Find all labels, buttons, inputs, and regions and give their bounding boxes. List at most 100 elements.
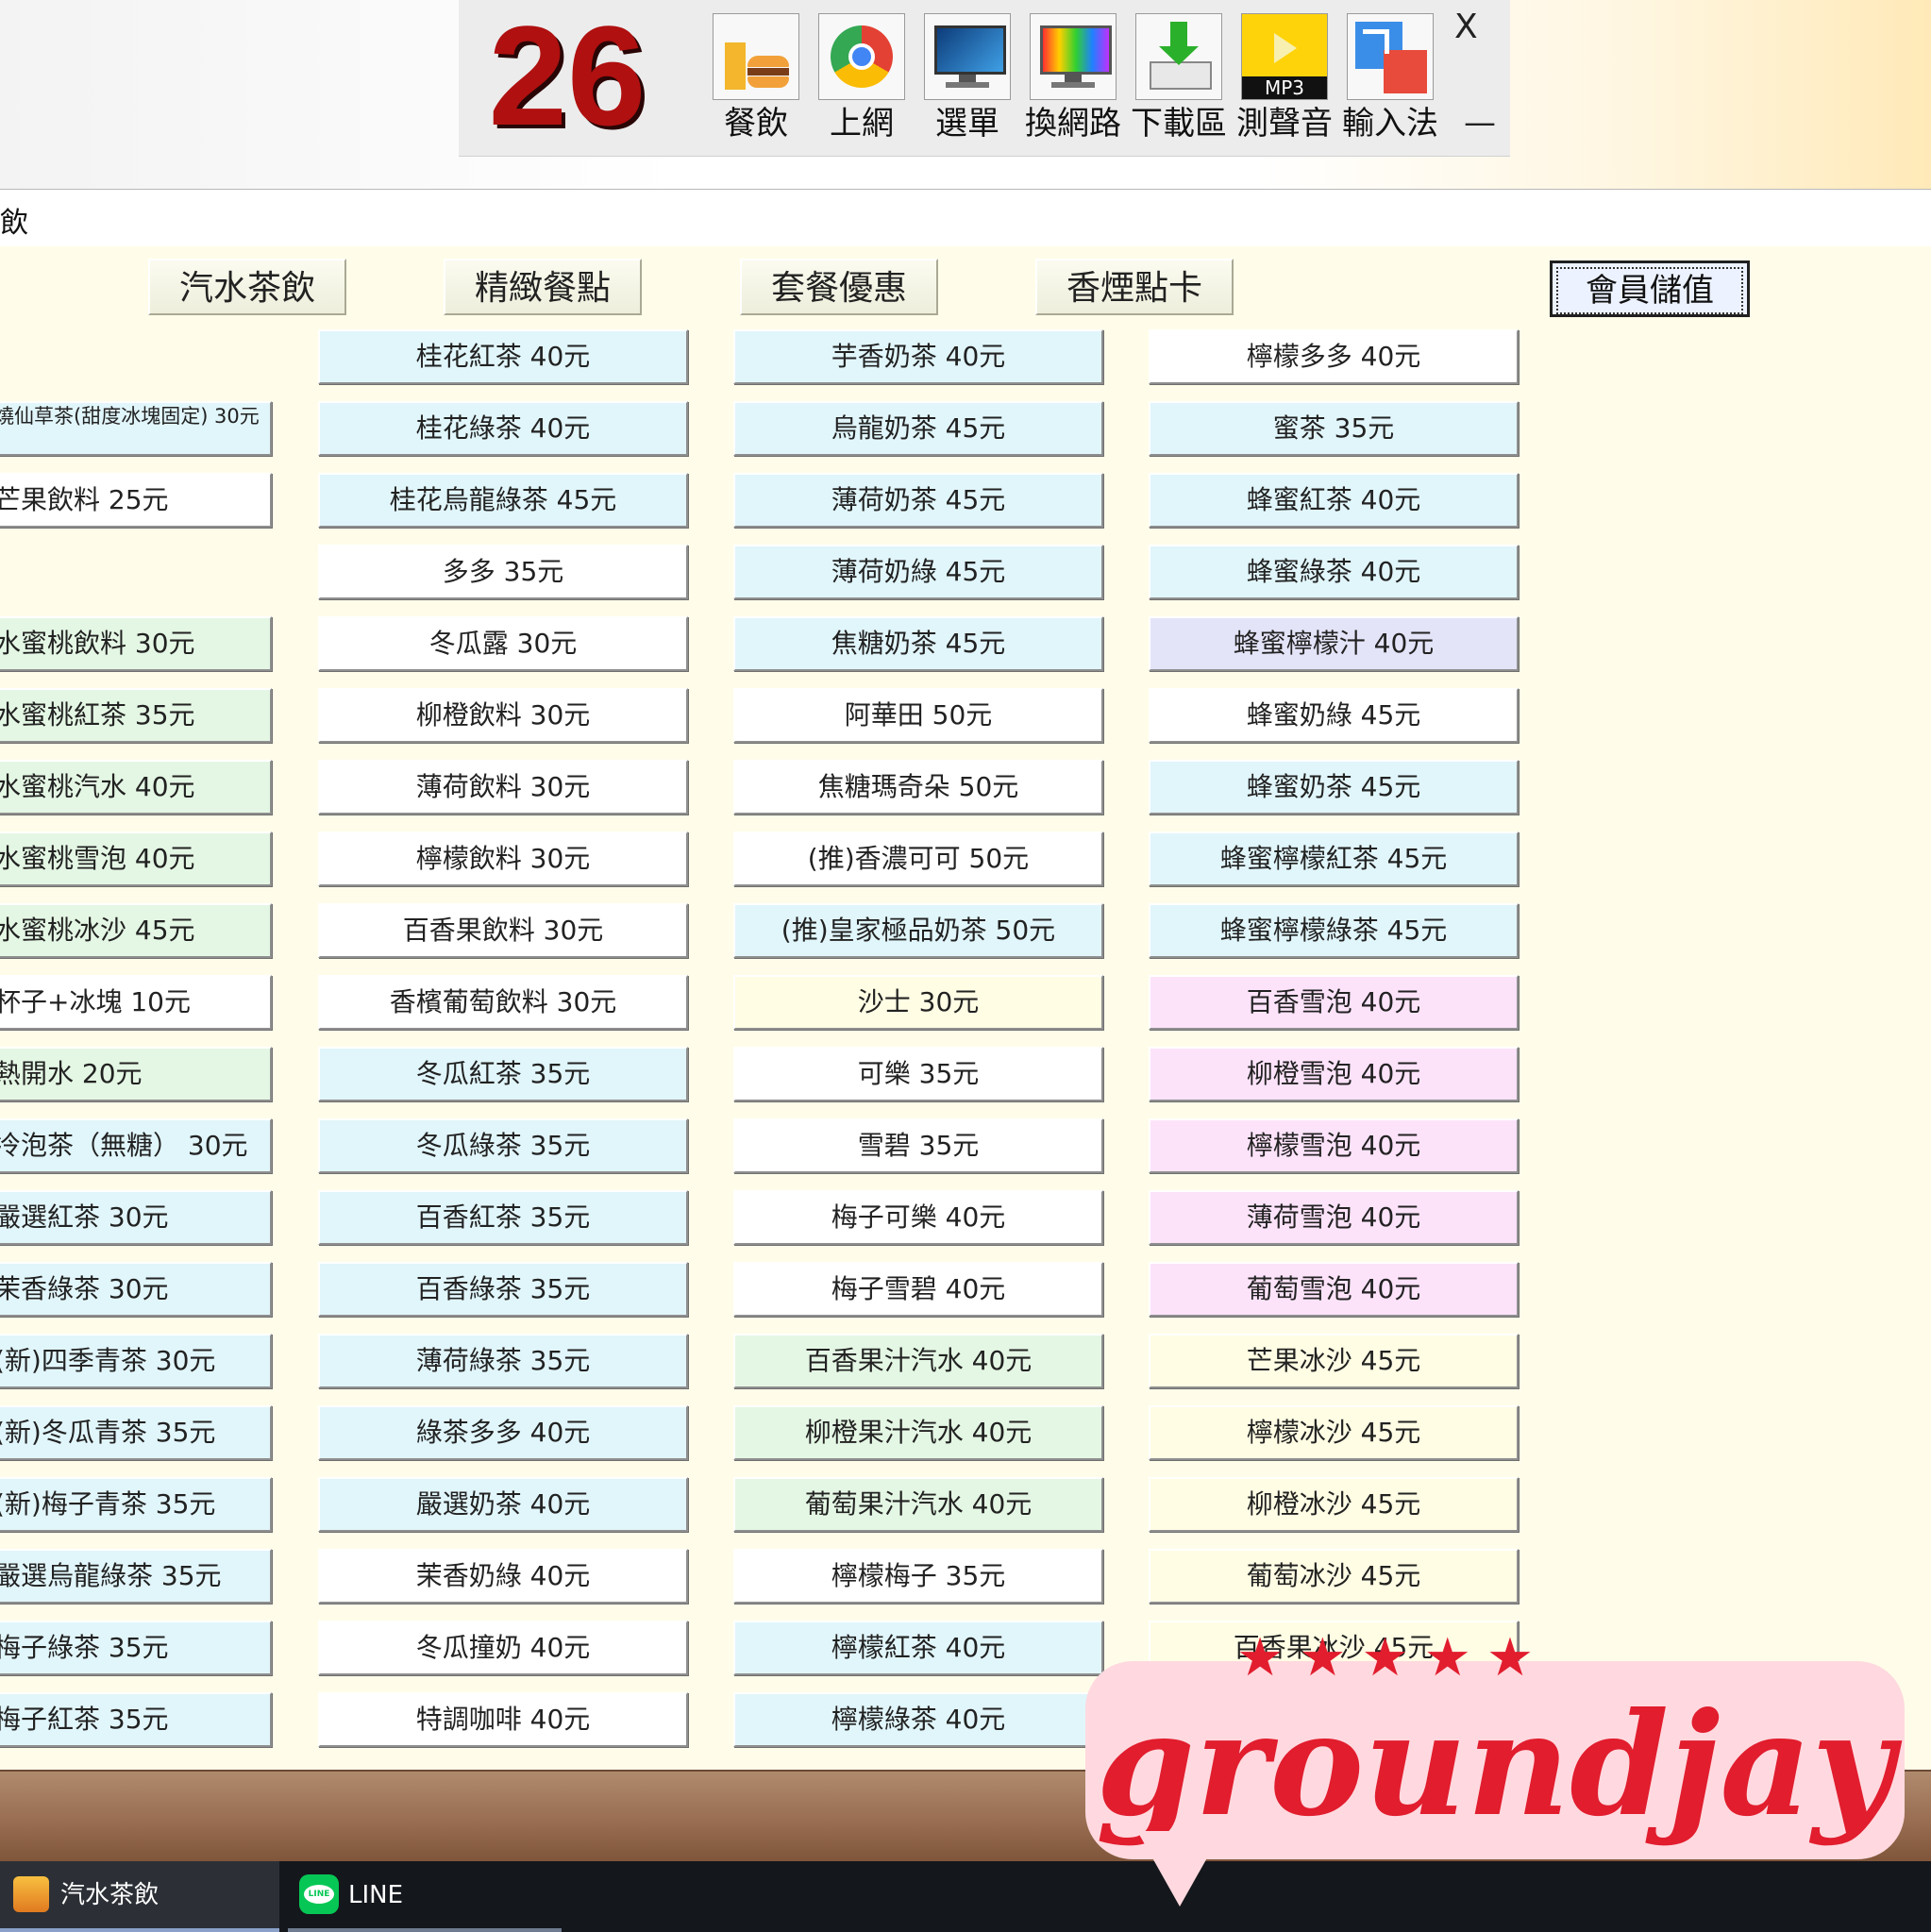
menu-item-button[interactable]: 百香雪泡 40元 [1149, 975, 1519, 1030]
tool-input-method[interactable]: 輸入法 [1338, 13, 1442, 147]
menu-item-button[interactable]: 柳橙冰沙 45元 [1149, 1477, 1519, 1532]
menu-item-button[interactable]: 雪碧 35元 [733, 1118, 1103, 1173]
menu-item-button[interactable]: 檸檬雪泡 40元 [1149, 1118, 1519, 1173]
line-icon-text: LINE [304, 1885, 334, 1904]
menu-item-button[interactable]: 燒仙草茶(甜度冰塊固定) 30元 [0, 401, 272, 456]
menu-item-button[interactable]: 杯子+冰塊 10元 [0, 975, 272, 1030]
menu-item-button[interactable]: 梅子紅茶 35元 [0, 1692, 272, 1747]
menu-item-button[interactable]: 葡萄雪泡 40元 [1149, 1262, 1519, 1317]
tool-menu[interactable]: 選單 [915, 13, 1019, 147]
menu-item-button[interactable]: 水蜜桃紅茶 35元 [0, 688, 272, 743]
menu-item-button[interactable]: 特調咖啡 40元 [318, 1692, 688, 1747]
menu-item-button[interactable]: 薄荷奶綠 45元 [733, 545, 1103, 599]
category-tab-meals[interactable]: 精緻餐點 [444, 259, 642, 315]
menu-item-button[interactable]: 梅子綠茶 35元 [0, 1621, 272, 1675]
menu-item-button[interactable]: 桂花紅茶 40元 [318, 329, 688, 384]
menu-item-button[interactable]: 薄荷綠茶 35元 [318, 1334, 688, 1388]
menu-item-button[interactable]: 蜂蜜檸檬紅茶 45元 [1149, 832, 1519, 886]
minimize-button[interactable]: — [1464, 104, 1496, 142]
menu-item-button[interactable]: 蜂蜜奶綠 45元 [1149, 688, 1519, 743]
mp3-icon-text: MP3 [1242, 76, 1327, 99]
menu-item-button[interactable]: 茉香綠茶 30元 [0, 1262, 272, 1317]
menu-item-button[interactable]: 冷泡茶（無糖） 30元 [0, 1118, 272, 1173]
menu-item-button[interactable]: 水蜜桃冰沙 45元 [0, 903, 272, 958]
menu-item-button[interactable]: 桂花烏龍綠茶 45元 [318, 473, 688, 528]
menu-item-button[interactable]: (新)冬瓜青茶 35元 [0, 1405, 272, 1460]
menu-item-button[interactable]: 嚴選紅茶 30元 [0, 1190, 272, 1245]
menu-item-button[interactable]: 百香果飲料 30元 [318, 903, 688, 958]
menu-item-button[interactable]: 薄荷奶茶 45元 [733, 473, 1103, 528]
menu-item-button[interactable]: 多多 35元 [318, 545, 688, 599]
menu-item-button[interactable]: 阿華田 50元 [733, 688, 1103, 743]
menu-item-button[interactable]: 冬瓜露 30元 [318, 616, 688, 671]
menu-item-button[interactable]: 柳橙飲料 30元 [318, 688, 688, 743]
tool-download[interactable]: 下載區 [1127, 13, 1231, 147]
menu-item-button[interactable]: 焦糖瑪奇朵 50元 [733, 760, 1103, 815]
menu-item-button[interactable]: 嚴選奶茶 40元 [318, 1477, 688, 1532]
menu-item-button[interactable]: (新)梅子青茶 35元 [0, 1477, 272, 1532]
menu-item-button[interactable]: 香檳葡萄飲料 30元 [318, 975, 688, 1030]
mp3-icon: MP3 [1241, 13, 1328, 100]
menu-item-button[interactable]: 沙士 30元 [733, 975, 1103, 1030]
menu-item-button[interactable]: 蜂蜜紅茶 40元 [1149, 473, 1519, 528]
member-topup-button[interactable]: 會員儲值 [1550, 260, 1750, 317]
watermark-badge: ★★★★★ groundjay [1085, 1627, 1905, 1859]
tool-network[interactable]: 換網路 [1021, 13, 1125, 147]
taskbar-app-item[interactable]: 汽水茶飲 [0, 1861, 279, 1932]
menu-item-button[interactable]: 蜂蜜奶茶 45元 [1149, 760, 1519, 815]
menu-item-button[interactable]: 薄荷雪泡 40元 [1149, 1190, 1519, 1245]
watermark-text: groundjay [1096, 1682, 1894, 1848]
menu-item-button[interactable]: 檸檬飲料 30元 [318, 832, 688, 886]
menu-item-button[interactable]: 可樂 35元 [733, 1047, 1103, 1101]
menu-item-button[interactable]: 冬瓜綠茶 35元 [318, 1118, 688, 1173]
menu-item-button[interactable]: 葡萄果汁汽水 40元 [733, 1477, 1103, 1532]
close-button[interactable]: X [1454, 8, 1478, 46]
menu-item-button[interactable]: 柳橙果汁汽水 40元 [733, 1405, 1103, 1460]
menu-item-button[interactable]: 葡萄冰沙 45元 [1149, 1549, 1519, 1604]
menu-item-button[interactable]: 柳橙雪泡 40元 [1149, 1047, 1519, 1101]
menu-item-button[interactable]: 百香紅茶 35元 [318, 1190, 688, 1245]
menu-item-button[interactable]: 烏龍奶茶 45元 [733, 401, 1103, 456]
menu-item-button[interactable]: 檸檬紅茶 40元 [733, 1621, 1103, 1675]
menu-item-button[interactable]: (推)皇家極品奶茶 50元 [733, 903, 1103, 958]
menu-item-button[interactable]: 百香綠茶 35元 [318, 1262, 688, 1317]
menu-item-button[interactable]: 嚴選烏龍綠茶 35元 [0, 1549, 272, 1604]
menu-item-button[interactable]: 梅子雪碧 40元 [733, 1262, 1103, 1317]
taskbar-line-label: LINE [348, 1881, 404, 1909]
tool-label-sound: 測聲音 [1236, 105, 1333, 143]
tool-food[interactable]: 餐飲 [704, 13, 808, 147]
menu-item-button[interactable]: 百香果汁汽水 40元 [733, 1334, 1103, 1388]
menu-item-button[interactable]: 蜂蜜綠茶 40元 [1149, 545, 1519, 599]
menu-item-button[interactable]: 綠茶多多 40元 [318, 1405, 688, 1460]
menu-item-button[interactable]: 水蜜桃雪泡 40元 [0, 832, 272, 886]
menu-item-button[interactable]: (新)四季青茶 30元 [0, 1334, 272, 1388]
tool-label-download: 下載區 [1131, 105, 1227, 143]
menu-item-button[interactable]: 芋香奶茶 40元 [733, 329, 1103, 384]
menu-item-button[interactable]: 檸檬冰沙 45元 [1149, 1405, 1519, 1460]
menu-item-button[interactable]: 梅子可樂 40元 [733, 1190, 1103, 1245]
menu-item-button[interactable]: 冬瓜撞奶 40元 [318, 1621, 688, 1675]
taskbar-line-item[interactable]: LINE LINE [288, 1861, 562, 1932]
tool-browser[interactable]: 上網 [810, 13, 914, 147]
menu-item-button[interactable]: 檸檬綠茶 40元 [733, 1692, 1103, 1747]
menu-item-button[interactable]: 桂花綠茶 40元 [318, 401, 688, 456]
menu-item-button[interactable]: 檸檬梅子 35元 [733, 1549, 1103, 1604]
menu-item-button[interactable]: 水蜜桃飲料 30元 [0, 616, 272, 671]
menu-item-button[interactable]: 蜂蜜檸檬綠茶 45元 [1149, 903, 1519, 958]
menu-item-button[interactable]: 水蜜桃汽水 40元 [0, 760, 272, 815]
category-tab-combos[interactable]: 套餐優惠 [740, 259, 938, 315]
menu-item-button[interactable]: 檸檬多多 40元 [1149, 329, 1519, 384]
menu-item-button[interactable]: 焦糖奶茶 45元 [733, 616, 1103, 671]
menu-item-button[interactable]: 芒果冰沙 45元 [1149, 1334, 1519, 1388]
menu-item-button[interactable]: 蜂蜜檸檬汁 40元 [1149, 616, 1519, 671]
category-tab-drinks[interactable]: 汽水茶飲 [148, 259, 346, 315]
menu-item-button[interactable]: 茉香奶綠 40元 [318, 1549, 688, 1604]
menu-item-button[interactable]: 蜜茶 35元 [1149, 401, 1519, 456]
menu-item-button[interactable]: 薄荷飲料 30元 [318, 760, 688, 815]
menu-item-button[interactable]: 熱開水 20元 [0, 1047, 272, 1101]
menu-item-button[interactable]: (推)香濃可可 50元 [733, 832, 1103, 886]
menu-item-button[interactable]: 芒果飲料 25元 [0, 473, 272, 528]
menu-item-button[interactable]: 冬瓜紅茶 35元 [318, 1047, 688, 1101]
tool-sound[interactable]: MP3 測聲音 [1233, 13, 1336, 147]
category-tab-cigarettes-cards[interactable]: 香煙點卡 [1035, 259, 1234, 315]
